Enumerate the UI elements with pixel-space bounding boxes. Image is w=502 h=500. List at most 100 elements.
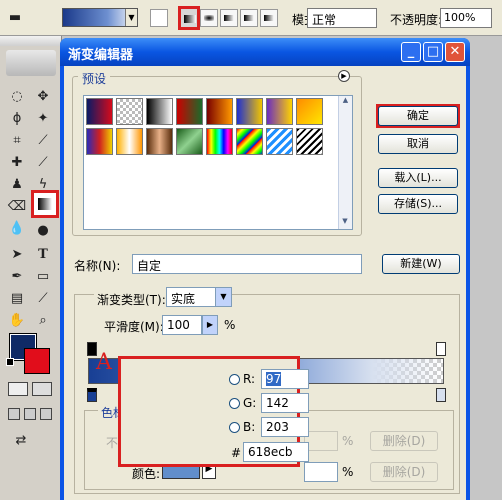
stop-location-input[interactable] [304,462,338,482]
stamp-icon[interactable]: ♟ [6,174,28,196]
marquee-icon[interactable]: ◌ [6,86,28,108]
move-icon[interactable]: ✥ [32,86,54,108]
default-colors-icon[interactable] [6,358,14,366]
preset-swatch[interactable] [146,128,173,155]
preset-swatch[interactable] [176,128,203,155]
crop-icon[interactable]: ⌗ [6,130,28,152]
name-value: 自定 [137,259,162,273]
maximize-button[interactable]: □ [423,42,443,62]
screen-mode-icon[interactable] [8,408,20,420]
jump-to-imageready-icon[interactable]: ⇄ [10,430,32,452]
smoothness-input[interactable]: 100 [162,315,202,335]
dialog-title: 渐变编辑器 [68,48,134,63]
path-select-icon[interactable]: ➤ [6,244,28,266]
reflected-gradient-button[interactable] [240,9,258,27]
zoom-icon[interactable]: ⌕ [32,310,54,332]
preset-swatch[interactable] [206,98,233,125]
blur-icon[interactable]: 💧 [6,218,28,240]
new-button[interactable]: 新建(W) [382,254,460,274]
gradient-type-value: 实底 [171,292,196,306]
lasso-icon[interactable]: ϕ [6,108,28,130]
preset-swatch[interactable] [296,98,323,125]
gradient-editor-toggle[interactable] [150,9,168,27]
preset-swatch[interactable] [86,128,113,155]
cancel-button[interactable]: 取消 [378,134,458,154]
radio-g[interactable] [229,398,240,409]
slice-icon[interactable]: ⟋ [32,130,54,152]
gradient-tool-icon[interactable]: ▬ [4,7,26,29]
linear-gradient-button[interactable] [178,6,200,30]
opacity-stop-right[interactable] [436,342,446,356]
preset-swatch[interactable] [146,98,173,125]
background-color-swatch[interactable] [24,348,50,374]
name-input[interactable]: 自定 [132,254,362,274]
preset-swatch[interactable] [206,128,233,155]
preset-swatch[interactable] [266,128,293,155]
fullscreen-menu-icon[interactable] [24,408,36,420]
preset-swatch[interactable] [116,128,143,155]
preset-swatch[interactable] [236,98,263,125]
gradient-type-label: 渐变类型(T): [94,291,169,308]
eyedropper-icon[interactable]: ⟋ [32,288,54,310]
scroll-down-icon[interactable]: ▼ [339,217,351,229]
preset-swatch[interactable] [266,98,293,125]
shape-icon[interactable]: ▭ [32,266,54,288]
eraser-icon[interactable]: ⌫ [6,196,28,218]
chevron-down-icon[interactable]: ▼ [215,288,231,306]
smoothness-value: 100 [167,318,190,332]
preset-swatch[interactable] [236,128,263,155]
b-input[interactable]: 203 [261,417,309,437]
presets-menu-icon[interactable]: ▶ [338,70,350,82]
healing-brush-icon[interactable]: ✚ [6,152,28,174]
presets-group: ▲ ▼ [72,76,362,236]
notes-icon[interactable]: ▤ [6,288,28,310]
standard-mode-icon[interactable] [8,382,28,396]
gradient-tool-button[interactable] [31,190,59,218]
gradient-picker[interactable]: ▼ [62,8,138,27]
toolbox-header[interactable] [0,36,61,46]
ok-button[interactable]: 确定 [378,106,458,126]
radio-r[interactable] [229,374,240,385]
smoothness-arrow-icon[interactable]: ▶ [202,315,218,335]
fullscreen-icon[interactable] [40,408,52,420]
pen-icon[interactable]: ✒ [6,266,28,288]
dialog-titlebar[interactable]: 渐变编辑器 _ □ ✕ [60,38,470,66]
options-bar: ▬ ▼ 模式: 正常 不透明度: 100% [0,0,502,36]
dodge-icon[interactable]: ● [32,220,54,242]
preset-swatch[interactable] [176,98,203,125]
hand-icon[interactable]: ✋ [6,310,28,332]
radio-b[interactable] [229,422,240,433]
load-button[interactable]: 载入(L)... [378,168,458,188]
minimize-button[interactable]: _ [401,42,421,62]
radial-gradient-button[interactable] [200,9,218,27]
color-stop-left[interactable] [87,388,97,402]
r-input[interactable]: 97 [261,369,309,389]
gradient-type-select[interactable]: 实底 ▼ [166,287,232,307]
diamond-gradient-button[interactable] [260,9,278,27]
preset-swatch[interactable] [296,128,323,155]
chevron-down-icon[interactable]: ▼ [125,9,137,26]
angle-gradient-button[interactable] [220,9,238,27]
preset-swatch[interactable] [86,98,113,125]
scroll-up-icon[interactable]: ▲ [339,96,352,108]
quick-mask-icon[interactable] [32,382,52,396]
preset-swatch[interactable] [116,98,143,125]
color-stop-right[interactable] [436,388,446,402]
g-input[interactable]: 142 [261,393,309,413]
save-button[interactable]: 存储(S)... [378,194,458,214]
stop-location-input-disabled [304,431,338,451]
opacity-input[interactable]: 100% [440,8,492,28]
stop-opacity-percent: % [342,434,354,448]
smoothness-label: 平滑度(M): [104,320,164,334]
annotation-letter: A [96,350,112,375]
type-icon[interactable]: T [32,244,54,266]
stop-location-percent: % [342,465,354,479]
mode-select[interactable]: 正常 [307,8,377,28]
brush-icon[interactable]: ⟋ [32,152,54,174]
toolbox: ◌ ✥ ϕ ✦ ⌗ ⟋ ✚ ⟋ ♟ ϟ ⌫ 💧 ● ➤ T ✒ ▭ ▤ ⟋ ✋ … [0,36,62,500]
presets-scrollbar[interactable]: ▲ ▼ [338,96,352,229]
magic-wand-icon[interactable]: ✦ [32,108,54,130]
presets-grid: ▲ ▼ [83,95,353,230]
close-button[interactable]: ✕ [445,42,465,62]
hex-input[interactable]: 618ecb [243,442,309,462]
